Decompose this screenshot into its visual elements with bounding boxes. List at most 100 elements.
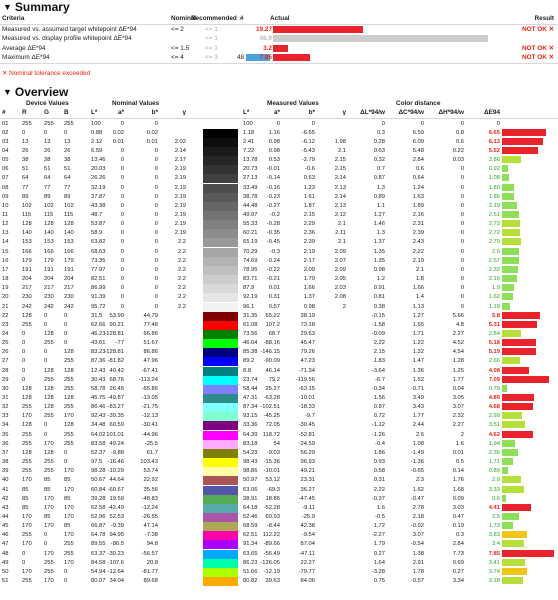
overview-row: 08 77 77 77 32.19 0 0 2.19 33.49 -0.16 1.23 2.13 1.3… — [0, 183, 558, 193]
cell-n: 48 — [2, 550, 9, 557]
cell-mb: 38.19 — [300, 312, 315, 319]
cell-n: 01 — [2, 120, 9, 127]
cell-a: 0 — [120, 184, 124, 191]
cell-a: -77 — [115, 340, 124, 347]
color-swatch — [203, 275, 238, 285]
cell-bb: 0 — [154, 276, 158, 283]
cell-dE: 3.4 — [491, 541, 500, 548]
cell-dC: 1.38 — [412, 550, 424, 557]
cell-dH: 0 — [460, 303, 464, 310]
cell-bb: 0 — [154, 193, 158, 200]
cell-r: 128 — [22, 385, 32, 392]
cell-ma: -69.3 — [266, 486, 280, 493]
overview-row: 28 0 128 128 12.43 40.42 -67.41 8.8 46.14 -71.34-… — [0, 366, 558, 376]
delta-e-bar — [502, 366, 530, 374]
cell-mg: 2.09 — [334, 266, 346, 273]
cell-mb: 1.87 — [303, 202, 315, 209]
cell-a: -9.88 — [110, 449, 124, 456]
cell-dH: 3.05 — [452, 395, 464, 401]
cell-dL: -6.7 — [375, 376, 385, 383]
delta-e-bar — [502, 384, 508, 392]
overview-row: 39 255 255 170 98.28 -10.29 53.74 98.86 -10.01 49… — [0, 467, 558, 477]
cell-dC: 2.31 — [412, 221, 424, 228]
cell-b: 89 — [64, 193, 71, 200]
cell-ma: -12.19 — [263, 568, 280, 575]
cell-a: 0 — [120, 202, 124, 209]
cell-b: 140 — [64, 230, 74, 237]
cell-g: 85 — [44, 486, 51, 493]
cell-dH: 0 — [460, 285, 464, 292]
delta-e-bar — [502, 146, 539, 154]
cell-mb: -30.45 — [298, 422, 315, 429]
cell-dH: 3.03 — [452, 504, 464, 511]
cell-n: 23 — [2, 321, 9, 328]
cell-dC: 1.77 — [412, 413, 424, 420]
cell-mg: 2.13 — [334, 202, 346, 209]
delta-e-bar — [502, 156, 521, 164]
cell-n: 24 — [2, 330, 9, 337]
cell-b: 255 — [64, 550, 74, 557]
cell-b: 0 — [64, 459, 68, 466]
collapse-triangle-icon[interactable]: ▼ — [3, 87, 12, 97]
column-header: a* — [117, 109, 124, 116]
cell-dC: 0 — [420, 120, 424, 127]
actual-bar — [273, 44, 289, 52]
column-header: ΔH*94/w — [438, 109, 464, 116]
cell-dE: 1.94 — [488, 440, 500, 447]
cell-g: 255 — [44, 376, 54, 383]
cell-gam: 2.2 — [177, 248, 186, 255]
cell-bb: 103.43 — [140, 459, 158, 466]
cell-dC: 5.48 — [412, 147, 424, 154]
color-swatch — [203, 119, 238, 129]
cell-ma: -0.3 — [270, 248, 280, 255]
overview-row: 26 0 0 128 83.23 -128.81 86.86 85.38 -146.15 79.2… — [0, 348, 558, 358]
cell-mg: 2.11 — [335, 230, 346, 237]
cell-g: 230 — [44, 294, 54, 301]
overview-heading[interactable]: ▼ Overview — [3, 85, 68, 99]
cell-dE: 3.18 — [488, 578, 500, 584]
cell-ma: -0.22 — [266, 266, 280, 273]
cell-mb: 1.37 — [303, 294, 315, 301]
cell-dE: 2.66 — [488, 358, 500, 365]
cell-dL: 1.1 — [376, 202, 385, 209]
criteria-label: Measured vs. assumed target whitepoint Δ… — [2, 26, 137, 33]
cell-a: 52.53 — [109, 513, 124, 520]
collapse-triangle-icon[interactable]: ▼ — [3, 2, 12, 12]
cell-a: 44.64 — [109, 477, 124, 484]
overview-row: 48 0 170 255 63.37 -30.23 -56.57 63.65 -56.49 -47… — [0, 549, 558, 559]
cell-dH: 0.3 — [455, 532, 464, 539]
overview-row: 03 13 13 13 2.12 0.01 0.01 2.02 2.41 0.98 -6.12 1.9… — [0, 137, 558, 147]
delta-e-bar — [502, 430, 533, 438]
cell-n: 08 — [2, 184, 9, 191]
overview-row: 29 0 255 255 30.43 68.76 -113.24 23.74 79.2 -119.… — [0, 375, 558, 385]
cell-dH: 0.5 — [455, 459, 464, 466]
cell-dH: 2 — [460, 431, 464, 438]
cell-mb: 42.38 — [300, 523, 315, 530]
cell-r: 170 — [22, 523, 32, 530]
cell-g: 0 — [44, 349, 48, 356]
cell-dL: 0.98 — [373, 266, 385, 273]
cell-dL: 1.27 — [373, 212, 385, 218]
cell-r: 128 — [22, 422, 32, 429]
overview-row: 18 204 204 204 82.51 0 0 2.2 83.71 -0.21 1.79 2.05 1… — [0, 275, 558, 285]
cell-b: 255 — [64, 440, 74, 447]
cell-g: 85 — [44, 513, 51, 520]
cell-bb: -21.75 — [141, 404, 158, 411]
cell-dC: -1.36 — [410, 459, 424, 466]
cell-n: 31 — [2, 395, 9, 401]
cell-dE: 2.51 — [488, 212, 500, 218]
cell-dH: 0 — [460, 175, 464, 182]
cell-dH: 2.27 — [452, 330, 464, 337]
cell-dL: 1.72 — [373, 523, 385, 530]
delta-e-bar — [502, 229, 521, 237]
cell-r: 0 — [22, 559, 26, 566]
summary-heading[interactable]: ▼ Summary — [3, 0, 70, 14]
cell-mb: 2.19 — [303, 248, 315, 255]
cell-b: 0 — [64, 578, 68, 584]
overview-row: 22 128 0 0 31.5 53.99 44.79 31.35 65.22 38.19 -0.1… — [0, 311, 558, 321]
cell-r: 217 — [22, 285, 32, 292]
cell-bb: 53.74 — [143, 468, 158, 475]
cell-dL: 0.87 — [373, 175, 385, 182]
cell-mb: -52.81 — [298, 431, 315, 438]
color-swatch — [203, 265, 238, 275]
